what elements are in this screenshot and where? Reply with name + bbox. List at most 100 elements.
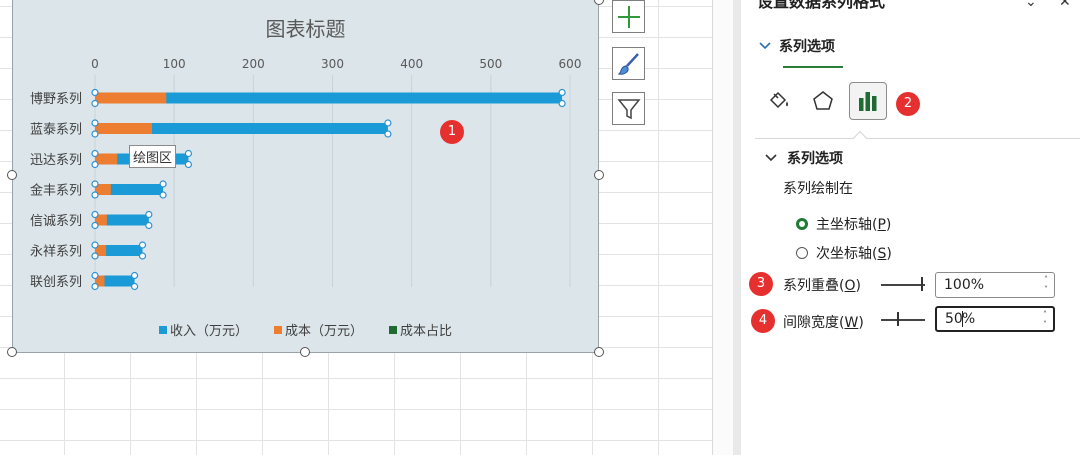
tab-series-options-label: 系列选项 [779,39,835,55]
slider-knob[interactable] [921,277,923,291]
chevron-down-icon [759,42,771,50]
gap-width-unit: % [961,311,976,327]
separator [755,138,1080,139]
legend-item-cost[interactable]: 成本（万元） [273,320,363,339]
category-label: 联创系列 [30,275,82,290]
resize-handle-right[interactable] [594,170,604,180]
selection-handle [91,160,99,169]
chart-elements-button[interactable] [612,0,645,33]
category-label: 蓝泰系列 [30,123,82,138]
gap-width-value: 50 [945,311,963,327]
resize-handle-bottom-right[interactable] [594,347,604,357]
radio-primary-axis[interactable]: 主坐标轴(P) [796,214,891,234]
funnel-icon [616,98,641,119]
step-badge-3: 3 [749,272,773,296]
x-tick-label: 600 [559,57,582,71]
plot-area-tooltip: 绘图区 [129,145,177,168]
bar-cost[interactable] [95,123,152,134]
legend-swatch-cost [273,325,282,334]
resize-handle-left[interactable] [7,170,17,180]
pane-scrollbar[interactable] [733,0,741,455]
selection-handle [91,241,99,249]
x-tick-label: 400 [400,57,423,71]
tab-series-options[interactable]: 系列选项 [759,36,835,56]
selection-handle [91,149,99,158]
x-tick-label: 0 [91,57,99,71]
bar-cost[interactable] [95,153,118,165]
selection-handle [159,180,167,188]
selection-handle [138,241,147,249]
selection-handle [91,119,99,127]
series-overlap-slider[interactable] [881,277,925,293]
legend-item-income[interactable]: 收入（万元） [158,320,248,339]
selection-handle [130,271,139,280]
selection-handle [91,271,99,280]
legend-label-ratio: 成本占比 [400,324,453,339]
pentagon-icon [813,91,833,110]
legend-swatch-income [158,325,167,334]
x-tick-label: 200 [242,57,265,71]
tab-underline [783,66,843,68]
bar-chart-icon [859,92,877,111]
series-overlap-input[interactable]: 100% ˄ ˅ [935,272,1055,298]
radio-secondary-dot[interactable] [796,247,808,259]
legend-label-income: 收入（万元） [169,324,248,339]
close-icon[interactable]: ✕ [1059,0,1071,10]
category-label: 永祥系列 [30,245,82,260]
resize-handle-bottom-left[interactable] [7,347,17,357]
plot-area[interactable]: 0 100 200 300 400 500 600 博野系列蓝泰系列迅达系列金丰系列信诚系列永… [13,0,600,354]
radio-primary-dot[interactable] [796,218,808,230]
category-label: 博野系列 [30,92,82,107]
x-tick-label: 500 [479,57,502,71]
radio-secondary-axis[interactable]: 次坐标轴(S) [796,243,892,263]
gap-width-input[interactable]: 50% ˄ ˅ [935,306,1055,332]
selection-handle [384,119,392,127]
step-badge-4: 4 [751,309,775,333]
section-series-options-label: 系列选项 [787,151,843,167]
fill-line-tab[interactable] [759,82,797,120]
chart-styles-button[interactable] [612,47,645,80]
selection-handle [184,160,193,169]
selection-handle [130,282,139,291]
chevron-down-icon[interactable]: ⌄ [1025,0,1037,10]
selection-handle [138,252,147,260]
slider-knob[interactable] [897,312,899,326]
series-options-tab[interactable] [849,82,887,120]
bar-cost[interactable] [95,92,167,104]
slider-track [881,284,925,286]
spin-arrows-icon[interactable]: ˄ ˅ [1043,310,1047,330]
selection-handle [91,252,99,260]
category-label: 信诚系列 [30,214,82,229]
series-overlap-value: 100% [944,277,985,293]
legend-label-cost: 成本（万元） [284,324,363,339]
legend-item-ratio[interactable]: 成本占比 [389,320,452,339]
x-tick-label: 100 [163,57,186,71]
pane-title: 设置数据系列格式 [757,0,886,11]
section-series-options[interactable]: 系列选项 [765,148,843,168]
pane-gap [713,0,735,455]
selection-handle [91,180,99,188]
chart-area[interactable]: 图表标题 0 100 200 300 400 500 600 博野系列 蓝泰系列 迅达系列 金丰系列… [12,0,599,353]
selection-handle [145,221,153,230]
selection-handle [384,130,392,138]
selection-handle [145,210,153,219]
gap-width-slider[interactable] [881,312,925,328]
x-tick-label: 300 [321,57,344,71]
selection-handle [91,191,99,199]
chart-filters-button[interactable] [612,92,645,125]
selection-handle [184,149,193,158]
selection-handle [159,191,167,199]
resize-handle-bottom[interactable] [300,347,310,357]
category-label: 迅达系列 [30,153,82,168]
spin-arrows-icon[interactable]: ˄ ˅ [1044,275,1048,295]
separator-notch [852,130,868,146]
selection-handle [91,282,99,291]
selection-handle [91,88,99,97]
step-badge-2: 2 [896,92,920,116]
brush-icon [616,52,639,75]
category-label: 金丰系列 [30,183,82,199]
legend[interactable]: 收入（万元） 成本（万元） 成本占比 [13,320,598,339]
selection-handle [558,88,566,97]
plot-series-on-label: 系列绘制在 [783,181,853,197]
effects-tab[interactable] [804,82,842,120]
